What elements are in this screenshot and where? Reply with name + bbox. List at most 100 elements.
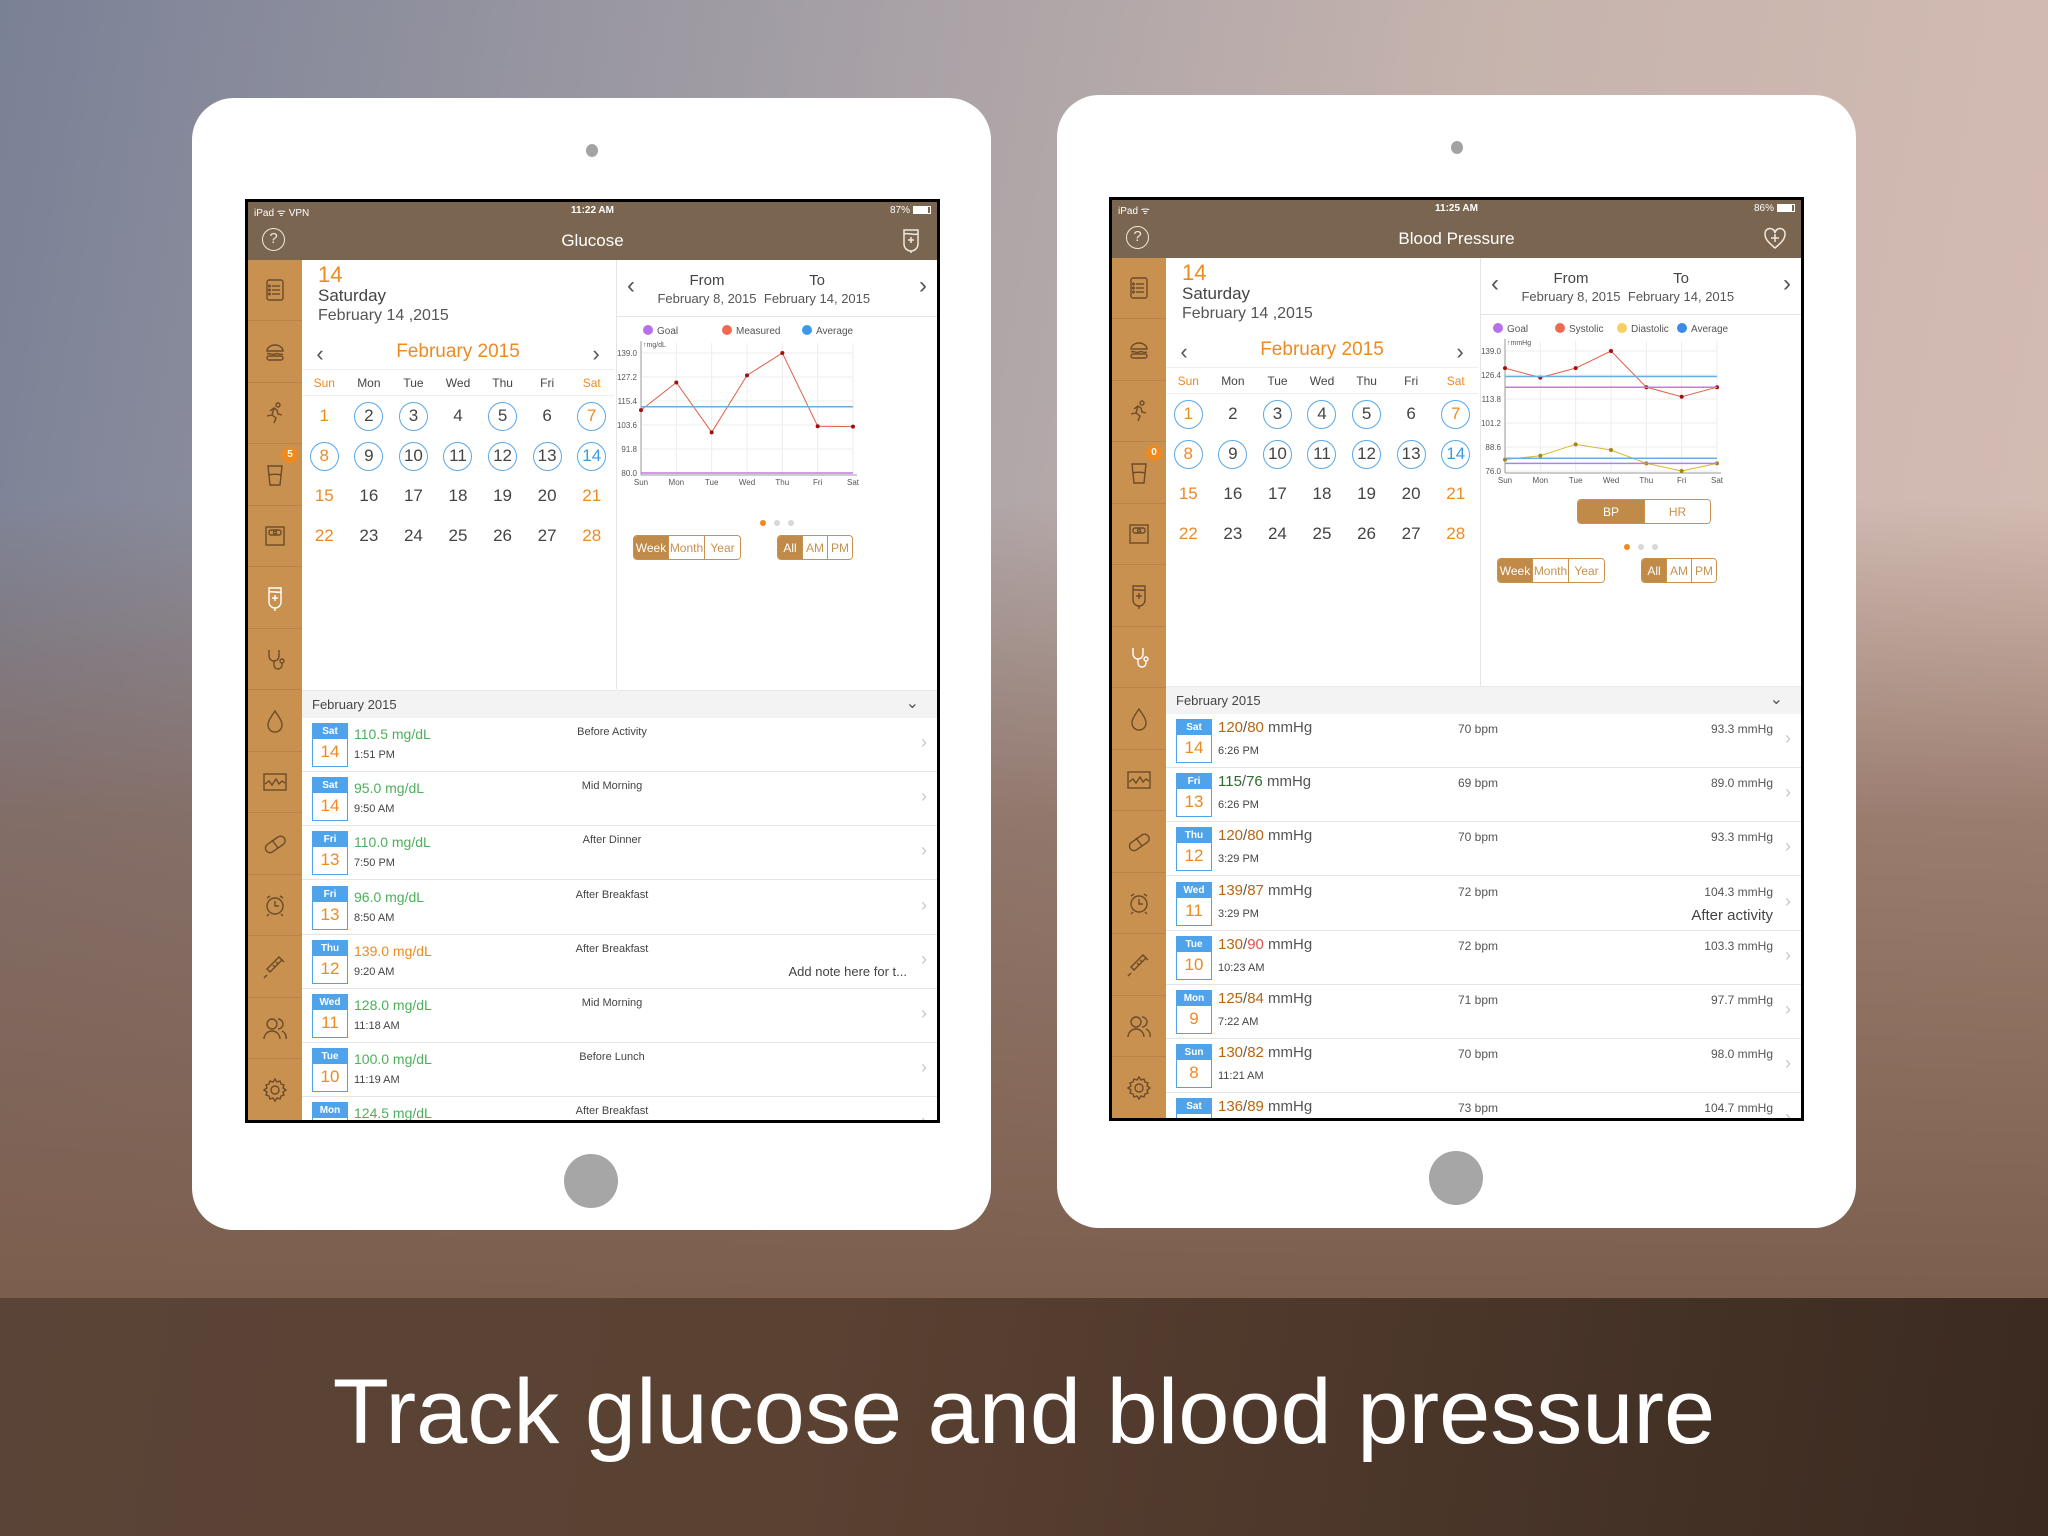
calendar-day[interactable]: 27	[525, 516, 570, 556]
list-item[interactable]: Sat 14 95.0 mg/dL 9:50 AM Mid Morning ›	[302, 772, 937, 827]
calendar-day[interactable]: 16	[1211, 474, 1256, 514]
calendar-day[interactable]: 24	[1255, 514, 1300, 554]
list-item[interactable]: Sun 8 130/82 mmHg 11:21 AM 70 bpm 98.0 mmHg ›	[1166, 1039, 1801, 1094]
seg-pm[interactable]: PM	[827, 536, 852, 559]
seg-am[interactable]: AM	[1666, 559, 1691, 582]
seg-week[interactable]: Week	[1498, 559, 1532, 582]
sidebar-item-pill[interactable]	[1112, 812, 1166, 873]
calendar-day[interactable]: 25	[436, 516, 481, 556]
seg-year[interactable]: Year	[704, 536, 740, 559]
sidebar-item-stethoscope[interactable]	[1112, 627, 1166, 688]
seg-hr[interactable]: HR	[1644, 500, 1710, 523]
calendar-day[interactable]: 1	[1166, 394, 1211, 434]
calendar-day[interactable]: 25	[1300, 514, 1345, 554]
sidebar-item-alarm[interactable]	[1112, 873, 1166, 934]
page-indicator[interactable]	[617, 513, 937, 531]
page-dot[interactable]	[1652, 544, 1658, 550]
sidebar-item-users[interactable]	[1112, 996, 1166, 1057]
calendar-day[interactable]: 13	[525, 436, 570, 476]
list-section-header[interactable]: February 2015 ⌄	[302, 690, 937, 718]
chevron-down-icon[interactable]: ⌄	[1770, 689, 1783, 709]
calendar-day[interactable]: 11	[1300, 434, 1345, 474]
calendar-day[interactable]: 20	[1389, 474, 1434, 514]
calendar-day[interactable]: 10	[391, 436, 436, 476]
seg-bp[interactable]: BP	[1578, 500, 1644, 523]
sidebar-item-scale[interactable]	[1112, 504, 1166, 565]
sidebar-item-burger[interactable]	[1112, 320, 1166, 381]
sidebar-item-water-glass[interactable]: 5	[248, 445, 302, 506]
sidebar-item-list[interactable]	[248, 260, 302, 321]
seg-week[interactable]: Week	[634, 536, 668, 559]
calendar-day[interactable]: 3	[391, 396, 436, 436]
sidebar-item-alarm[interactable]	[248, 875, 302, 936]
calendar-day[interactable]: 9	[1211, 434, 1256, 474]
add-entry-button[interactable]	[899, 227, 923, 253]
calendar-day[interactable]: 6	[1389, 394, 1434, 434]
list-item[interactable]: Sat7136/89 mmHg8:23 AM73 bpm104.7 mmHg›	[1166, 1093, 1801, 1118]
calendar-day[interactable]: 14	[569, 436, 614, 476]
calendar-next-month-button[interactable]: ›	[586, 341, 606, 367]
calendar-day[interactable]: 7	[569, 396, 614, 436]
calendar-day[interactable]: 8	[302, 436, 347, 476]
calendar-day[interactable]: 22	[1166, 514, 1211, 554]
home-button[interactable]	[564, 1154, 618, 1208]
calendar-day[interactable]: 15	[1166, 474, 1211, 514]
list-item[interactable]: Wed 11 128.0 mg/dL 11:18 AM Mid Morning ›	[302, 989, 937, 1043]
range-to[interactable]: To February 14, 2015	[757, 272, 877, 306]
list-item[interactable]: Mon 9 125/84 mmHg 7:22 AM 71 bpm 97.7 mmHg ›	[1166, 985, 1801, 1039]
sidebar-item-gear[interactable]	[248, 1060, 302, 1120]
sidebar-item-drop[interactable]	[248, 691, 302, 752]
list-item[interactable]: Fri 13 110.0 mg/dL 7:50 PM After Dinner ›	[302, 826, 937, 881]
sidebar-item-stethoscope[interactable]	[248, 629, 302, 690]
list-item[interactable]: Tue 10 100.0 mg/dL 11:19 AM Before Lunch ›	[302, 1043, 937, 1098]
sidebar-item-scale[interactable]	[248, 506, 302, 567]
sidebar-item-glucose-drip[interactable]	[1112, 566, 1166, 627]
sidebar-item-users[interactable]	[248, 998, 302, 1059]
seg-all[interactable]: All	[1642, 559, 1666, 582]
calendar-day[interactable]: 20	[525, 476, 570, 516]
list-item[interactable]: Thu 12 139.0 mg/dL 9:20 AM After Breakfast Ad…	[302, 935, 937, 989]
sidebar-item-list[interactable]	[1112, 258, 1166, 319]
calendar-day[interactable]: 18	[436, 476, 481, 516]
sidebar-item-syringe[interactable]	[1112, 935, 1166, 996]
calendar-day[interactable]: 18	[1300, 474, 1345, 514]
calendar-day[interactable]: 4	[1300, 394, 1345, 434]
calendar-day[interactable]: 22	[302, 516, 347, 556]
calendar-day[interactable]: 7	[1433, 394, 1478, 434]
seg-month[interactable]: Month	[1532, 559, 1568, 582]
sidebar-item-running[interactable]	[248, 383, 302, 444]
calendar-day[interactable]: 28	[569, 516, 614, 556]
calendar-day[interactable]: 14	[1433, 434, 1478, 474]
calendar-day[interactable]: 8	[1166, 434, 1211, 474]
seg-all[interactable]: All	[778, 536, 802, 559]
list-item[interactable]: Sat 14 110.5 mg/dL 1:51 PM Before Activity ›	[302, 718, 937, 772]
calendar-day[interactable]: 6	[525, 396, 570, 436]
seg-am[interactable]: AM	[802, 536, 827, 559]
list-item[interactable]: Thu 12 120/80 mmHg 3:29 PM 70 bpm 93.3 mmHg ›	[1166, 822, 1801, 877]
sidebar-item-drop[interactable]	[1112, 689, 1166, 750]
list-item[interactable]: Fri 13 96.0 mg/dL 8:50 AM After Breakfast ›	[302, 881, 937, 935]
range-from[interactable]: From February 8, 2015	[647, 272, 767, 306]
calendar-day[interactable]: 27	[1389, 514, 1434, 554]
range-prev-button[interactable]: ‹	[627, 272, 635, 300]
calendar-day[interactable]: 23	[347, 516, 392, 556]
calendar-day[interactable]: 2	[1211, 394, 1256, 434]
home-button[interactable]	[1429, 1151, 1483, 1205]
calendar-day[interactable]: 16	[347, 476, 392, 516]
calendar-day[interactable]: 2	[347, 396, 392, 436]
calendar-next-month-button[interactable]: ›	[1450, 339, 1470, 365]
calendar-day[interactable]: 21	[1433, 474, 1478, 514]
sidebar-item-running[interactable]	[1112, 381, 1166, 442]
sidebar-item-burger[interactable]	[248, 322, 302, 383]
page-dot[interactable]	[774, 520, 780, 526]
calendar-day[interactable]: 11	[436, 436, 481, 476]
page-dot[interactable]	[788, 520, 794, 526]
page-dot[interactable]	[1624, 544, 1630, 550]
range-next-button[interactable]: ›	[1783, 270, 1791, 298]
calendar-day[interactable]: 15	[302, 476, 347, 516]
calendar-day[interactable]: 5	[1344, 394, 1389, 434]
calendar-day[interactable]: 3	[1255, 394, 1300, 434]
sidebar-item-syringe[interactable]	[248, 937, 302, 998]
page-dot[interactable]	[760, 520, 766, 526]
list-item[interactable]: Tue 10 130/90 mmHg 10:23 AM 72 bpm 103.3 mmHg…	[1166, 931, 1801, 985]
